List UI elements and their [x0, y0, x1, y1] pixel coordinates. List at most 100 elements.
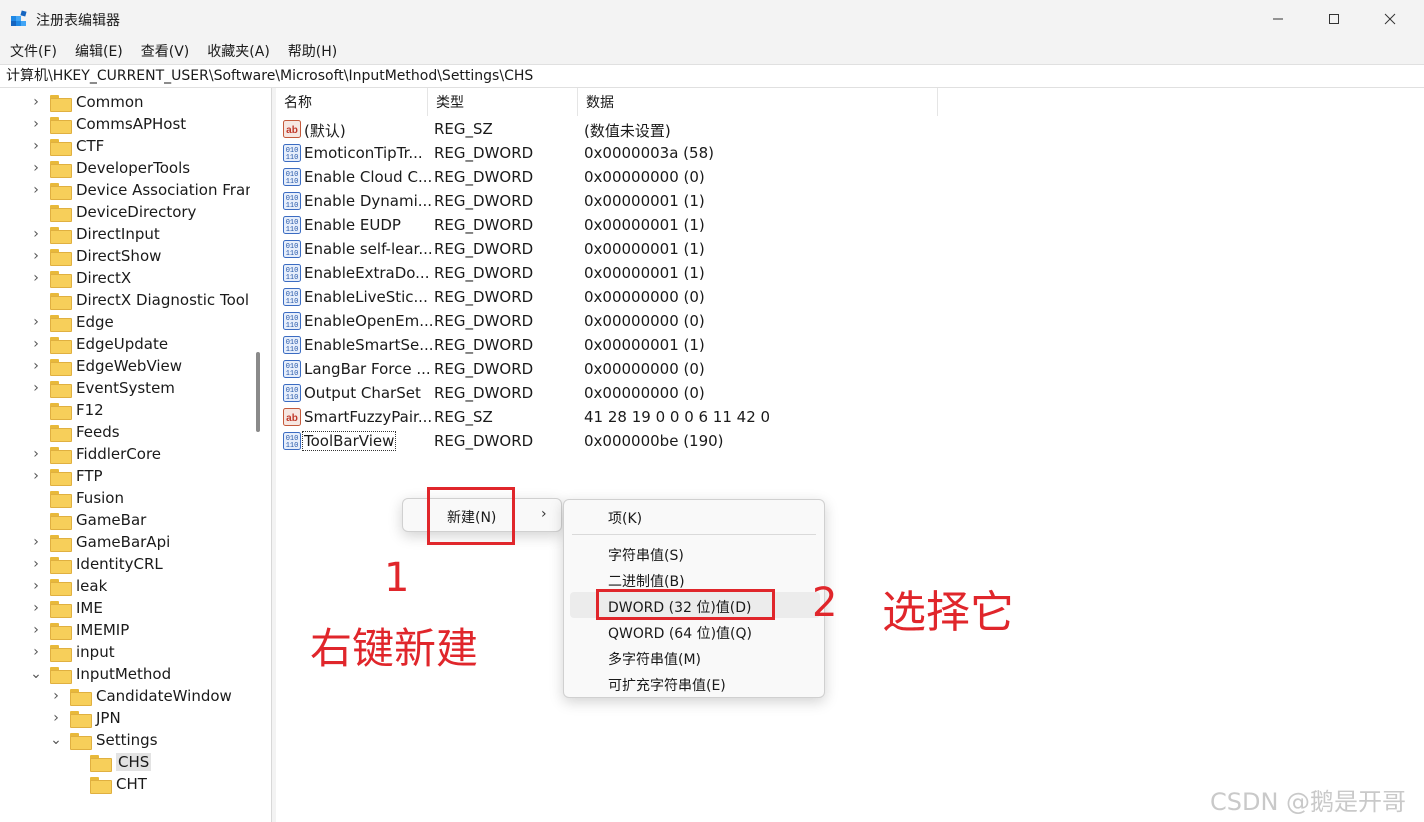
tree-item[interactable]: Feeds [30, 421, 120, 443]
chevron-right-icon[interactable]: › [30, 135, 42, 157]
binary-value-icon: 010 110 [283, 264, 301, 282]
tree-item[interactable]: › Device Association Framework [30, 179, 250, 201]
menu-help[interactable]: 帮助(H) [288, 41, 337, 61]
tree-item[interactable]: GameBar [30, 509, 146, 531]
chevron-right-icon[interactable]: › [30, 641, 42, 663]
value-row[interactable]: 010 110 Enable self-lear... REG_DWORD 0x0000… [276, 237, 1424, 261]
tree-item[interactable]: Fusion [30, 487, 124, 509]
svg-text:110: 110 [286, 298, 299, 306]
tree-item[interactable]: DirectX Diagnostic Tool [30, 289, 249, 311]
submenu-item-string-value[interactable]: 字符串值(S) [608, 545, 684, 565]
annotation-step1-text: 右键新建 [310, 624, 479, 673]
minimize-button[interactable] [1250, 0, 1306, 38]
value-row[interactable]: 010 110 Enable Dynami... REG_DWORD 0x0000000… [276, 189, 1424, 213]
value-row[interactable]: 010 110 EmoticonTipTr... REG_DWORD 0x0000003… [276, 141, 1424, 165]
submenu-item-binary-value[interactable]: 二进制值(B) [608, 571, 685, 591]
value-row[interactable]: 010 110 EnableSmartSe... REG_DWORD 0x0000000… [276, 333, 1424, 357]
chevron-right-icon[interactable]: › [30, 223, 42, 245]
tree-item[interactable]: ⌄ InputMethod [30, 663, 171, 685]
value-row[interactable]: ab SmartFuzzyPair... REG_SZ 41 28 19 0 0 0 … [276, 405, 1424, 429]
chevron-right-icon[interactable]: › [30, 179, 42, 201]
column-header-type[interactable]: 类型 [428, 88, 578, 116]
tree-item-label: EdgeUpdate [76, 335, 169, 353]
value-row[interactable]: 010 110 EnableExtraDo... REG_DWORD 0x0000000… [276, 261, 1424, 285]
value-name: LangBar Force ... [304, 360, 431, 378]
chevron-right-icon[interactable]: › [30, 531, 42, 553]
tree-item[interactable]: › EdgeWebView [30, 355, 182, 377]
tree-item[interactable]: › FiddlerCore [30, 443, 161, 465]
menu-view[interactable]: 查看(V) [141, 41, 190, 61]
tree-item[interactable]: › leak [30, 575, 107, 597]
tree-item[interactable]: › JPN [50, 707, 121, 729]
tree-item[interactable]: › CommsAPHost [30, 113, 186, 135]
tree-item[interactable]: › DirectShow [30, 245, 161, 267]
chevron-right-icon[interactable]: › [30, 355, 42, 377]
menu-favorites[interactable]: 收藏夹(A) [207, 41, 270, 61]
value-row[interactable]: 010 110 EnableLiveStic... REG_DWORD 0x000000… [276, 285, 1424, 309]
chevron-right-icon[interactable]: › [50, 707, 62, 729]
maximize-button[interactable] [1306, 0, 1362, 38]
menu-edit[interactable]: 编辑(E) [75, 41, 123, 61]
submenu-item-key[interactable]: 项(K) [608, 508, 642, 528]
chevron-right-icon[interactable]: › [30, 157, 42, 179]
value-row[interactable]: 010 110 Enable Cloud C... REG_DWORD 0x000000… [276, 165, 1424, 189]
submenu-item-multi-string-value[interactable]: 多字符串值(M) [608, 649, 701, 669]
chevron-down-icon[interactable]: ⌄ [30, 663, 42, 685]
close-button[interactable] [1362, 0, 1418, 38]
chevron-right-icon[interactable]: › [50, 685, 62, 707]
tree-item[interactable]: › Edge [30, 311, 114, 333]
submenu-item-qword-value[interactable]: QWORD (64 位)值(Q) [608, 623, 752, 643]
tree-item[interactable]: › IMEMIP [30, 619, 129, 641]
value-row[interactable]: 010 110 LangBar Force ... REG_DWORD 0x000000… [276, 357, 1424, 381]
tree-item[interactable]: › DirectX [30, 267, 131, 289]
tree-item[interactable]: › input [30, 641, 115, 663]
tree-item[interactable]: CHS [70, 751, 152, 773]
value-row[interactable]: 010 110 EnableOpenEm... REG_DWORD 0x00000000… [276, 309, 1424, 333]
tree-item[interactable]: › DirectInput [30, 223, 160, 245]
tree-item[interactable]: DeviceDirectory [30, 201, 196, 223]
tree-item[interactable]: › Common [30, 91, 144, 113]
folder-icon [50, 248, 72, 266]
value-row[interactable]: 010 110 Enable EUDP REG_DWORD 0x00000001 (1) [276, 213, 1424, 237]
value-row[interactable]: ab (默认) REG_SZ (数值未设置) [276, 117, 1424, 141]
submenu-item-expandable-string-value[interactable]: 可扩充字符串值(E) [608, 675, 726, 695]
value-row[interactable]: 010 110 ToolBarView REG_DWORD 0x000000be (19… [276, 429, 1424, 453]
tree-item-label: FTP [76, 467, 103, 485]
tree-item[interactable]: › CandidateWindow [50, 685, 232, 707]
chevron-right-icon[interactable]: › [30, 333, 42, 355]
column-header-data[interactable]: 数据 [578, 88, 938, 116]
tree-item[interactable]: › EventSystem [30, 377, 175, 399]
value-row[interactable]: 010 110 Output CharSet REG_DWORD 0x00000000 … [276, 381, 1424, 405]
value-type: REG_DWORD [434, 240, 534, 258]
chevron-right-icon[interactable]: › [30, 113, 42, 135]
chevron-down-icon[interactable]: ⌄ [50, 729, 62, 751]
tree-item[interactable]: › DeveloperTools [30, 157, 190, 179]
chevron-right-icon[interactable]: › [30, 311, 42, 333]
tree-item[interactable]: ⌄ Settings [50, 729, 158, 751]
menu-file[interactable]: 文件(F) [10, 41, 57, 61]
chevron-right-icon[interactable]: › [30, 91, 42, 113]
chevron-right-icon[interactable]: › [30, 465, 42, 487]
tree-item[interactable]: F12 [30, 399, 104, 421]
tree-item-label: InputMethod [76, 665, 172, 683]
address-bar[interactable]: 计算机\HKEY_CURRENT_USER\Software\Microsoft… [0, 64, 1424, 88]
chevron-right-icon[interactable]: › [30, 597, 42, 619]
tree-item[interactable]: › GameBarApi [30, 531, 170, 553]
chevron-right-icon[interactable]: › [30, 443, 42, 465]
chevron-right-icon[interactable]: › [30, 575, 42, 597]
column-header-name[interactable]: 名称 [276, 88, 428, 116]
chevron-right-icon[interactable]: › [30, 267, 42, 289]
tree-item[interactable]: › IME [30, 597, 103, 619]
tree-item[interactable]: › CTF [30, 135, 104, 157]
tree-item[interactable]: › EdgeUpdate [30, 333, 168, 355]
chevron-right-icon[interactable]: › [30, 553, 42, 575]
tree-item[interactable]: CHT [70, 773, 147, 795]
tree-item[interactable]: › IdentityCRL [30, 553, 163, 575]
chevron-right-icon[interactable]: › [30, 619, 42, 641]
chevron-right-icon[interactable]: › [30, 245, 42, 267]
tree-item[interactable]: › FTP [30, 465, 103, 487]
chevron-right-icon[interactable]: › [30, 377, 42, 399]
tree-scrollbar[interactable] [256, 352, 260, 432]
